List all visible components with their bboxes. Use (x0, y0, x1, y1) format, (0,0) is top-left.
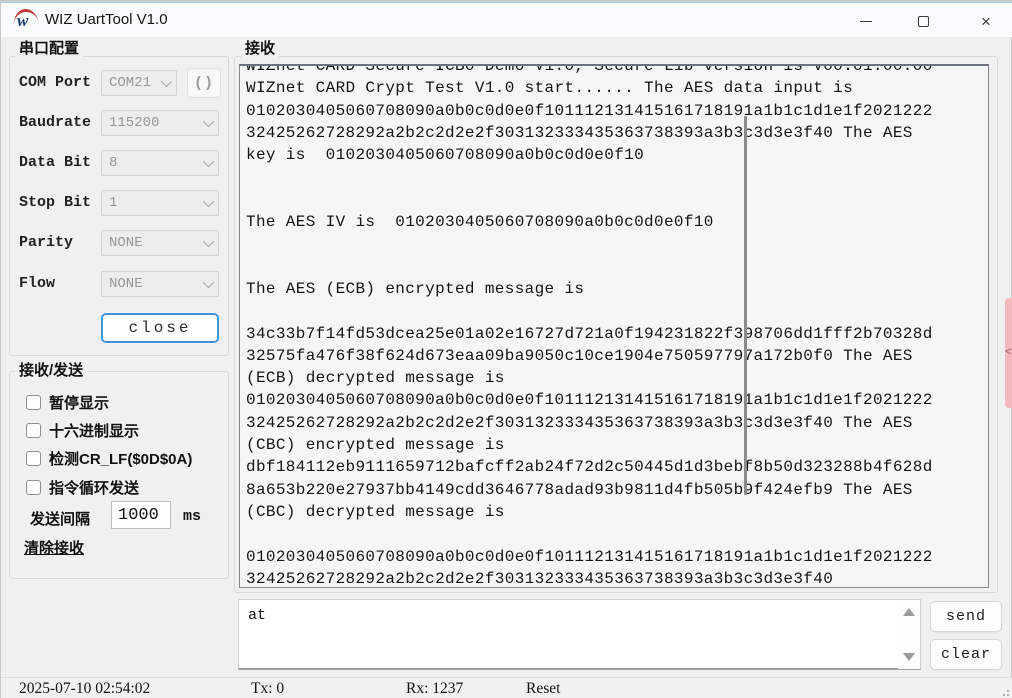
chevron-down-icon (203, 277, 214, 288)
stopbit-select[interactable]: 1 (101, 190, 219, 216)
clear-button[interactable]: clear (930, 639, 1002, 670)
app-window: { "window": { "title": "WIZ UartTool V1.… (0, 0, 1012, 698)
send-interval-input[interactable] (111, 501, 171, 529)
minimize-icon (860, 21, 872, 22)
status-bar: 2025-07-10 02:54:02 Tx: 0 Rx: 1237 Reset (1, 677, 1012, 698)
checkbox-icon (26, 423, 41, 438)
chevron-down-icon (203, 236, 214, 247)
receive-log-text: WIZnet CARD Secure ICB0 Demo V1.0, Secur… (246, 64, 988, 588)
baudrate-label: Baudrate (19, 110, 91, 136)
interval-unit-label: ms (183, 508, 201, 525)
checkbox-detect-crlf[interactable]: 检测CR_LF($0D$0A) (26, 448, 192, 469)
receive-scrollbar[interactable] (744, 116, 747, 495)
status-rx-count: Rx: 1237 (406, 678, 463, 698)
send-button[interactable]: send (930, 601, 1002, 632)
flow-select[interactable]: NONE (101, 271, 219, 297)
checkbox-hex-display[interactable]: 十六进制显示 (26, 420, 139, 441)
wiznet-logo-icon: w (13, 10, 39, 32)
refresh-ports-button[interactable]: () (187, 68, 221, 98)
clear-receive-link[interactable]: 清除接收 (24, 537, 84, 558)
chevron-down-icon (203, 116, 214, 127)
status-tx-count: Tx: 0 (251, 678, 284, 698)
maximize-icon (918, 16, 929, 27)
send-input-box (238, 599, 921, 670)
close-port-button[interactable]: close (101, 313, 219, 343)
close-window-button[interactable]: × (963, 3, 1009, 39)
parity-select[interactable]: NONE (101, 230, 219, 256)
receive-group-title: 接收 (241, 40, 279, 57)
checkbox-icon (26, 480, 41, 495)
databit-select[interactable]: 8 (101, 150, 219, 176)
checkbox-pause-display[interactable]: 暂停显示 (26, 392, 109, 413)
parity-label: Parity (19, 230, 73, 256)
side-panel-toggle[interactable]: < (1005, 298, 1012, 408)
send-input[interactable] (239, 600, 899, 669)
refresh-icon: () (194, 75, 214, 92)
title-bar: w WIZ UartTool V1.0 × (1, 1, 1012, 37)
chevron-down-icon (203, 156, 214, 167)
status-timestamp: 2025-07-10 02:54:02 (19, 678, 150, 698)
baudrate-select[interactable]: 115200 (101, 110, 219, 136)
send-interval-label: 发送间隔 (30, 508, 90, 529)
side-panel-chevron-icon: < (1005, 347, 1012, 359)
scroll-down-icon[interactable] (903, 653, 915, 661)
rxtx-group-title: 接收/发送 (15, 362, 87, 379)
chevron-down-icon (203, 196, 214, 207)
checkbox-icon (26, 451, 41, 466)
window-title: WIZ UartTool V1.0 (45, 11, 168, 28)
flow-label: Flow (19, 271, 55, 297)
checkbox-loop-send[interactable]: 指令循环发送 (26, 477, 139, 498)
databit-label: Data Bit (19, 150, 91, 176)
maximize-button[interactable] (900, 3, 946, 39)
send-input-scrollbar[interactable] (898, 600, 920, 669)
checkbox-icon (26, 395, 41, 410)
close-icon: × (981, 13, 991, 30)
stopbit-label: Stop Bit (19, 190, 91, 216)
com-port-select[interactable]: COM21 (101, 70, 177, 96)
scroll-up-icon[interactable] (903, 608, 915, 616)
status-reset[interactable]: Reset (526, 678, 560, 698)
resize-grip-icon[interactable] (999, 686, 1009, 696)
com-port-label: COM Port (19, 70, 91, 96)
minimize-button[interactable] (843, 3, 889, 39)
chevron-down-icon (161, 76, 172, 87)
receive-log[interactable]: WIZnet CARD Secure ICB0 Demo V1.0, Secur… (239, 64, 989, 588)
serial-config-group-title: 串口配置 (15, 40, 83, 57)
